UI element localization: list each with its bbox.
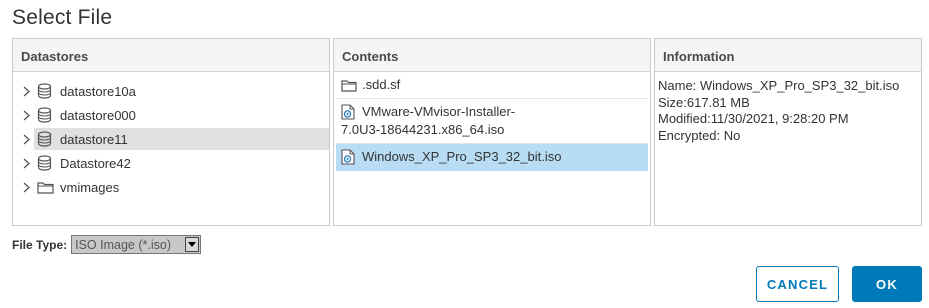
- chevron-right-icon[interactable]: [13, 182, 33, 193]
- ok-button[interactable]: OK: [852, 266, 922, 302]
- information-details: Name: Windows_XP_Pro_SP3_32_bit.iso Size…: [655, 72, 921, 144]
- iso-file-icon: [341, 104, 357, 120]
- chevron-right-icon[interactable]: [13, 86, 33, 97]
- folder-icon: [341, 77, 357, 93]
- tree-item-datastore000[interactable]: datastore000: [13, 103, 329, 127]
- tree-item-label: datastore10a: [60, 83, 136, 99]
- database-icon: [37, 107, 55, 123]
- chevron-right-icon[interactable]: [13, 158, 33, 169]
- chevron-right-icon[interactable]: [13, 134, 33, 145]
- info-modified: Modified:11/30/2021, 9:28:20 PM: [658, 111, 849, 126]
- database-icon: [37, 131, 55, 147]
- datastores-header: Datastores: [13, 39, 329, 72]
- contents-item-vmware-installer-iso[interactable]: VMware-VMvisor-Installer- 7.0U3-18644231…: [336, 99, 648, 144]
- information-header: Information: [655, 39, 921, 72]
- tree-item-label: datastore000: [60, 107, 136, 123]
- contents-item-windows-xp-iso[interactable]: Windows_XP_Pro_SP3_32_bit.iso: [336, 144, 648, 171]
- contents-item-label-continued: 7.0U3-18644231.x86_64.iso: [341, 122, 505, 137]
- datastores-tree: datastore10a datastore000 datastore11 Da…: [13, 72, 329, 199]
- folder-icon: [37, 181, 55, 194]
- info-name: Name: Windows_XP_Pro_SP3_32_bit.iso: [658, 78, 900, 93]
- tree-item-datastore11[interactable]: datastore11: [13, 127, 329, 151]
- contents-item-sdd-sf[interactable]: .sdd.sf: [336, 72, 648, 99]
- file-type-select[interactable]: ISO Image (*.iso): [71, 235, 202, 254]
- chevron-right-icon[interactable]: [13, 110, 33, 121]
- chevron-down-icon[interactable]: [185, 237, 200, 252]
- info-encrypted: Encrypted: No: [658, 127, 741, 143]
- contents-item-label: VMware-VMvisor-Installer-: [362, 104, 516, 119]
- contents-item-label: .sdd.sf: [362, 77, 401, 92]
- database-icon: [37, 83, 55, 99]
- tree-item-label: datastore11: [60, 131, 128, 147]
- tree-item-label: vmimages: [60, 179, 120, 195]
- info-size: Size:617.81 MB: [658, 94, 750, 110]
- file-type-label: File Type:: [12, 237, 68, 252]
- contents-pane: Contents .sdd.sf VMware-VMvisor-Installe…: [333, 38, 651, 226]
- tree-item-datastore42[interactable]: Datastore42: [13, 151, 329, 175]
- contents-header: Contents: [334, 39, 650, 72]
- file-type-row: File Type: ISO Image (*.iso): [12, 235, 202, 254]
- tree-item-vmimages[interactable]: vmimages: [13, 175, 329, 199]
- database-icon: [37, 155, 55, 171]
- cancel-button[interactable]: CANCEL: [756, 266, 839, 302]
- iso-file-icon: [341, 149, 357, 165]
- file-type-value: ISO Image (*.iso): [75, 237, 171, 252]
- dialog-title: Select File: [12, 6, 113, 29]
- contents-list: .sdd.sf VMware-VMvisor-Installer- 7.0U3-…: [334, 72, 650, 171]
- tree-item-datastore10a[interactable]: datastore10a: [13, 79, 329, 103]
- contents-item-label: Windows_XP_Pro_SP3_32_bit.iso: [362, 149, 562, 164]
- tree-item-label: Datastore42: [60, 155, 131, 171]
- datastores-pane: Datastores datastore10a datastore000 dat…: [12, 38, 330, 226]
- information-pane: Information Name: Windows_XP_Pro_SP3_32_…: [654, 38, 922, 226]
